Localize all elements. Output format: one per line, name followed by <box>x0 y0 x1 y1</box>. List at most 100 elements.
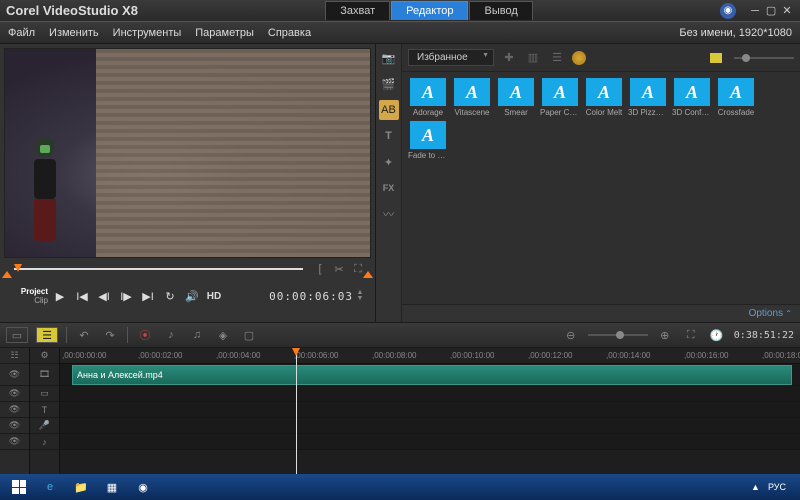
category-dropdown[interactable]: Избранное <box>408 49 494 66</box>
video-track[interactable]: Анна и Алексей.mp4 <box>60 364 800 386</box>
record-icon[interactable]: ⦿ <box>136 327 154 343</box>
filter-fx-icon[interactable]: FX <box>379 178 399 198</box>
mode-project-label[interactable]: Project <box>10 287 48 296</box>
timeline-settings-icon[interactable]: ⚙ <box>30 348 59 364</box>
workspace: [ ✂ ⛶ Project Clip ▶ I◀ ◀I I▶ ▶I ↻ 🔊 HD … <box>0 44 800 322</box>
track-overlay-toggle[interactable]: 👁 <box>0 386 29 402</box>
go-end-button[interactable]: ▶I <box>138 287 158 305</box>
trim-start-handle-icon[interactable] <box>2 271 12 278</box>
overlay-track-icon[interactable]: ▭ <box>30 386 59 402</box>
zoom-slider[interactable] <box>588 334 648 336</box>
mode-clip-label[interactable]: Clip <box>10 296 48 305</box>
transition-item[interactable]: A3D Pizza Bo... <box>628 78 668 117</box>
undo-icon[interactable]: ↶ <box>75 327 93 343</box>
music-track-icon[interactable]: ♪ <box>30 434 59 450</box>
video-track-icon[interactable]: 🎞 <box>30 364 59 386</box>
menu-options[interactable]: Параметры <box>195 27 254 39</box>
view-thumbs-icon[interactable] <box>710 53 722 63</box>
timeline-tracks[interactable]: ,00:00:00:00 ,00:00:02:00 ,00:00:04:00 ,… <box>60 348 800 474</box>
store-icon[interactable] <box>572 51 586 65</box>
zoom-in-icon[interactable]: ⊕ <box>656 327 674 343</box>
track-all-icon[interactable]: ☷ <box>0 348 29 364</box>
storyboard-view-icon[interactable]: ▭ <box>6 327 28 343</box>
transition-item[interactable]: AColor Melt <box>584 78 624 117</box>
scrub-bar[interactable]: [ ✂ ⛶ <box>2 260 373 278</box>
play-button[interactable]: ▶ <box>50 287 70 305</box>
tab-output[interactable]: Вывод <box>469 1 532 20</box>
hd-toggle[interactable]: HD <box>204 287 224 305</box>
audio-mixer-icon[interactable]: ♪ <box>162 327 180 343</box>
music-track[interactable] <box>60 434 800 450</box>
options-toggle[interactable]: Options <box>402 304 800 322</box>
auto-music-icon[interactable]: ♫ <box>188 327 206 343</box>
start-button[interactable] <box>4 475 34 499</box>
voice-track-icon[interactable]: 🎤 <box>30 418 59 434</box>
motion-track-icon[interactable]: ◈ <box>214 327 232 343</box>
tab-editor[interactable]: Редактор <box>391 1 468 20</box>
title-icon[interactable]: T <box>379 126 399 146</box>
transitions-icon[interactable]: AB <box>379 100 399 120</box>
track-video-toggle[interactable]: 👁 <box>0 364 29 386</box>
track-voice-toggle[interactable]: 👁 <box>0 418 29 434</box>
track-title-toggle[interactable]: 👁 <box>0 402 29 418</box>
track-music-toggle[interactable]: 👁 <box>0 434 29 450</box>
transition-item[interactable]: A3D Confetti <box>672 78 712 117</box>
title-track[interactable] <box>60 402 800 418</box>
project-duration: 0:38:51:22 <box>734 330 794 341</box>
timecode-display[interactable]: 00:00:06:03 <box>269 290 353 303</box>
camera-icon[interactable]: ◉ <box>128 475 158 499</box>
sort-icon[interactable]: ☰ <box>548 51 566 65</box>
preview-viewport[interactable] <box>4 48 371 258</box>
go-start-button[interactable]: I◀ <box>72 287 92 305</box>
titlebar: Corel VideoStudio X8 Захват Редактор Выв… <box>0 0 800 22</box>
loop-button[interactable]: ↻ <box>160 287 180 305</box>
trim-end-handle-icon[interactable] <box>363 271 373 278</box>
time-ruler[interactable]: ,00:00:00:00 ,00:00:02:00 ,00:00:04:00 ,… <box>60 348 800 364</box>
tray-action-icon[interactable]: ▲ <box>751 482 760 492</box>
transition-item[interactable]: ACrossfade <box>716 78 756 117</box>
close-icon[interactable]: ✕ <box>780 5 794 17</box>
fit-project-icon[interactable]: ⛶ <box>682 327 700 343</box>
menu-help[interactable]: Справка <box>268 27 311 39</box>
timeline: ☷ 👁 👁 👁 👁 👁 ⚙ 🎞 ▭ T 🎤 ♪ ,00:00:00:00 ,00… <box>0 348 800 474</box>
maximize-icon[interactable]: ▢ <box>764 5 778 17</box>
transition-item[interactable]: AVitascene <box>452 78 492 117</box>
playhead-handle-icon[interactable] <box>14 264 22 272</box>
language-indicator[interactable]: РУС <box>768 482 786 492</box>
overlay-track[interactable] <box>60 386 800 402</box>
transition-item[interactable]: APaper Collage <box>540 78 580 117</box>
instant-project-icon[interactable]: 🎬 <box>379 74 399 94</box>
tab-capture[interactable]: Захват <box>325 1 390 20</box>
menu-edit[interactable]: Изменить <box>49 27 99 39</box>
transition-item[interactable]: AFade to black <box>408 121 448 160</box>
timeline-playhead-icon[interactable] <box>296 348 297 474</box>
volume-icon[interactable]: 🔊 <box>182 287 202 305</box>
corel-button-icon[interactable]: ◉ <box>720 3 736 19</box>
subtitle-icon[interactable]: ▢ <box>240 327 258 343</box>
transition-item[interactable]: AAdorage <box>408 78 448 117</box>
timeline-view-icon[interactable]: ☰ <box>36 327 58 343</box>
transition-item[interactable]: ASmear <box>496 78 536 117</box>
ie-icon[interactable]: e <box>35 475 65 499</box>
app1-icon[interactable]: ▦ <box>97 475 127 499</box>
zoom-out-icon[interactable]: ⊖ <box>562 327 580 343</box>
voice-track[interactable] <box>60 418 800 434</box>
prev-frame-button[interactable]: ◀I <box>94 287 114 305</box>
title-track-icon[interactable]: T <box>30 402 59 418</box>
redo-icon[interactable]: ↷ <box>101 327 119 343</box>
explorer-icon[interactable]: 📁 <box>66 475 96 499</box>
media-library-icon[interactable]: 📷 <box>379 48 399 68</box>
timecode-stepper-icon[interactable]: ▲▼ <box>355 290 365 302</box>
next-frame-button[interactable]: I▶ <box>116 287 136 305</box>
import-icon[interactable]: ▥ <box>524 51 542 65</box>
graphic-icon[interactable]: ✦ <box>379 152 399 172</box>
video-clip[interactable]: Анна и Алексей.mp4 <box>72 365 792 385</box>
menu-tools[interactable]: Инструменты <box>113 27 182 39</box>
thumb-size-slider[interactable] <box>734 57 794 59</box>
cut-icon[interactable]: ✂ <box>332 262 346 276</box>
add-folder-icon[interactable]: ✚ <box>500 51 518 65</box>
minimize-icon[interactable]: ─ <box>748 5 762 17</box>
path-icon[interactable]: 〰 <box>379 204 399 224</box>
mark-in-icon[interactable]: [ <box>313 262 327 276</box>
menu-file[interactable]: Файл <box>8 27 35 39</box>
